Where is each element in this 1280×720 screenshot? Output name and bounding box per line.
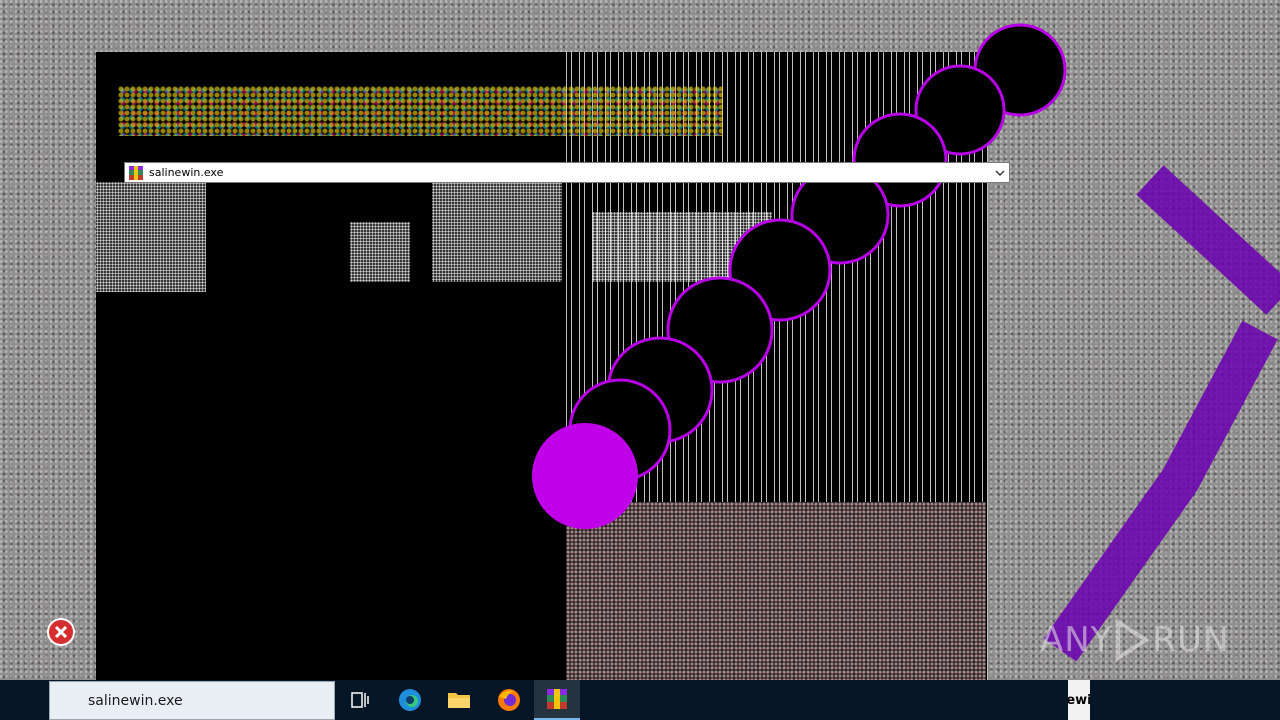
taskbar-overflow-tab[interactable]: ewi — [1068, 680, 1090, 720]
glitch-text-noise — [432, 182, 562, 282]
watermark-left-text: ANY — [1040, 620, 1113, 660]
anyrun-watermark: ANY RUN — [1040, 612, 1240, 668]
winrar-archive-icon — [128, 165, 144, 181]
chevron-down-icon[interactable] — [991, 163, 1009, 182]
taskbar-search-box[interactable]: salinewin.exe — [49, 681, 335, 720]
file-dropdown[interactable]: salinewin.exe — [124, 162, 1010, 183]
firefox-icon — [498, 689, 520, 711]
glitch-text-noise — [592, 212, 772, 282]
folder-icon — [448, 693, 470, 708]
task-view-icon — [351, 692, 369, 708]
taskbar-winrar-button[interactable] — [534, 680, 580, 720]
taskbar-task-view-button[interactable] — [337, 680, 383, 720]
glitch-banner — [118, 86, 723, 136]
taskbar-file-explorer-button[interactable] — [436, 680, 482, 720]
glitch-text-noise — [96, 182, 206, 292]
winrar-icon — [547, 689, 567, 709]
edge-icon — [399, 689, 421, 711]
taskbar-firefox-button[interactable] — [486, 680, 532, 720]
error-icon — [46, 617, 76, 647]
glitched-window — [96, 52, 988, 680]
taskbar-edge-button[interactable] — [387, 680, 433, 720]
search-input-text: salinewin.exe — [88, 692, 183, 709]
glitch-text-noise — [350, 222, 410, 282]
dropdown-selected-value: salinewin.exe — [149, 166, 224, 179]
play-logo-icon — [1116, 618, 1151, 662]
glitch-noise-block — [566, 502, 986, 680]
watermark-right-text: RUN — [1152, 620, 1230, 660]
